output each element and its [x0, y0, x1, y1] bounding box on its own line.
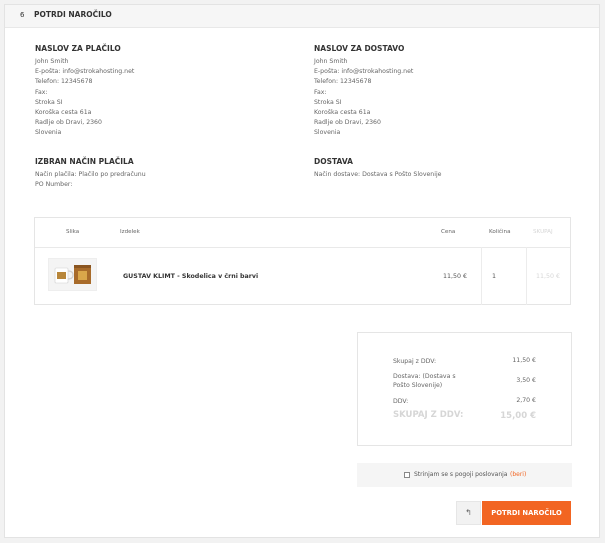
vat-label: DDV: — [393, 398, 409, 405]
shipping-line: Telefon: 12345678 — [314, 78, 372, 86]
product-quantity: 1 — [492, 273, 497, 280]
shipping-heading: NASLOV ZA DOSTAVO — [314, 44, 405, 53]
col-total: SKUPAJ — [533, 229, 553, 235]
billing-heading: NASLOV ZA PLAČILO — [35, 44, 121, 53]
step-title: POTRDI NAROČILO — [34, 10, 112, 19]
shipping-line: Radlje ob Dravi, 2360 — [314, 119, 381, 127]
terms-agreement: Strinjam se s pogoji poslovanja (beri) — [357, 463, 572, 487]
billing-line: John Smith — [35, 58, 69, 65]
confirm-order-button[interactable]: POTRDI NAROČILO — [482, 501, 571, 525]
step-header[interactable]: 6 POTRDI NAROČILO — [5, 5, 599, 28]
vat-value: 2,70 € — [516, 397, 536, 404]
billing-line: Fax: — [35, 88, 48, 96]
col-quantity: Količina — [489, 229, 511, 235]
delivery-heading: DOSTAVA — [314, 157, 353, 166]
payment-line: PO Number: — [35, 181, 73, 189]
delivery-method: DOSTAVA Način dostave: Dostava s Pošto S… — [314, 157, 554, 180]
payment-heading: IZBRAN NAČIN PLAČILA — [35, 157, 134, 166]
product-total: 11,50 € — [536, 273, 561, 280]
checkout-confirm-panel: 6 POTRDI NAROČILO NASLOV ZA PLAČILO John… — [4, 4, 600, 538]
step-number: 6 — [20, 11, 25, 19]
order-totals: Skupaj z DDV: 11,50 € Dostava: (Dostava … — [357, 332, 572, 446]
product-price: 11,50 € — [443, 273, 468, 280]
shipping-line: John Smith — [314, 58, 348, 65]
payment-method: IZBRAN NAČIN PLAČILA Način plačila: Plač… — [35, 157, 275, 190]
payment-line: Način plačila: Plačilo po predračunu — [35, 171, 146, 178]
shipping-cost-label: Dostava: (Dostava s Pošto Slovenije) — [393, 373, 456, 389]
product-name[interactable]: GUSTAV KLIMT - Skodelica v črni barvi — [123, 273, 258, 280]
shipping-line: Stroka SI — [314, 98, 342, 106]
shipping-line: E-pošta: info@strokahosting.net — [314, 68, 414, 76]
shipping-line: Fax: — [314, 88, 327, 96]
delivery-line: Način dostave: Dostava s Pošto Slovenije — [314, 171, 442, 178]
terms-read-link[interactable]: (beri) — [510, 471, 526, 478]
billing-line: Koroška cesta 61a — [35, 109, 92, 117]
back-button[interactable]: ↰ — [456, 501, 481, 525]
billing-line: Stroka SI — [35, 98, 63, 106]
column-divider — [526, 247, 527, 305]
shipping-cost-value: 3,50 € — [516, 377, 536, 384]
column-divider — [481, 247, 482, 305]
subtotal-value: 11,50 € — [512, 357, 536, 364]
billing-address: NASLOV ZA PLAČILO John Smith E-pošta: in… — [35, 44, 235, 139]
col-image: Slika — [66, 229, 80, 235]
billing-line: Radlje ob Dravi, 2360 — [35, 119, 102, 127]
subtotal-label: Skupaj z DDV: — [393, 358, 437, 365]
col-product: Izdelek — [120, 229, 140, 235]
billing-line: Slovenia — [35, 129, 62, 137]
terms-checkbox[interactable] — [404, 472, 410, 478]
product-thumbnail[interactable] — [48, 258, 97, 291]
billing-line: Telefon: 12345678 — [35, 78, 93, 86]
shipping-line: Slovenia — [314, 129, 341, 137]
terms-label[interactable]: Strinjam se s pogoji poslovanja — [414, 471, 507, 478]
back-arrow-icon: ↰ — [465, 508, 472, 517]
billing-line: E-pošta: info@strokahosting.net — [35, 68, 135, 76]
col-price: Cena — [441, 229, 456, 235]
cart-table: Slika Izdelek Cena Količina SKUPAJ GUSTA… — [34, 217, 571, 305]
grand-total-value: 15,00 € — [500, 411, 536, 421]
grand-total-label: SKUPAJ Z DDV: — [393, 410, 464, 420]
cart-header: Slika Izdelek Cena Količina SKUPAJ — [35, 218, 570, 248]
shipping-address: NASLOV ZA DOSTAVO John Smith E-pošta: in… — [314, 44, 514, 139]
shipping-line: Koroška cesta 61a — [314, 109, 371, 117]
